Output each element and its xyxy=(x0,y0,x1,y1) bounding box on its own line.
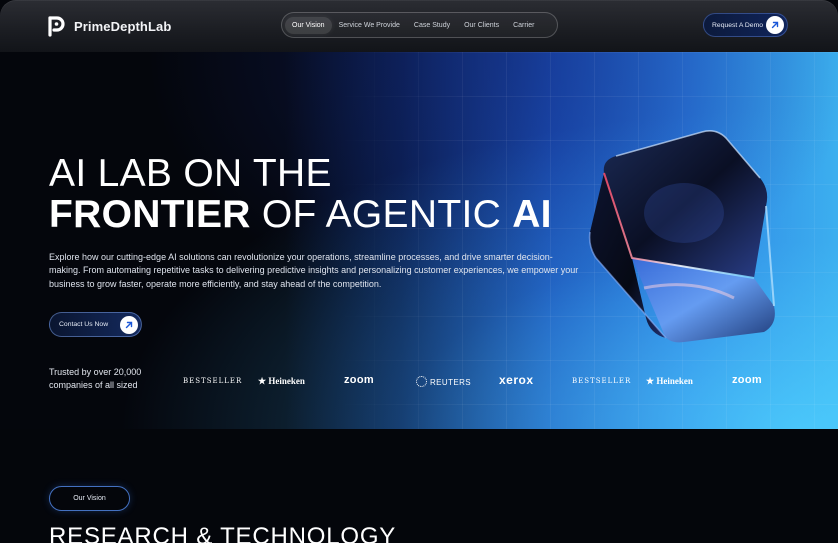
our-vision-pill[interactable]: Our Vision xyxy=(49,486,130,511)
top-navbar: PrimeDepthLab Our Vision Service We Prov… xyxy=(0,0,838,52)
reuters-dots-icon xyxy=(416,376,427,387)
brand-heineken-text-2: Heineken xyxy=(656,376,693,386)
page: PrimeDepthLab Our Vision Service We Prov… xyxy=(0,0,838,543)
arrow-up-right-icon xyxy=(120,315,138,334)
brand-name: PrimeDepthLab xyxy=(74,18,172,34)
glass-cube-image xyxy=(588,130,775,343)
contact-us-button[interactable]: Contact Us Now xyxy=(49,312,142,337)
brand-bestseller-logo-2: BESTSELLER xyxy=(572,377,632,385)
star-icon: ★ xyxy=(258,376,267,386)
brand-reuters-logo: REUTERS xyxy=(416,376,471,387)
hero-description: Explore how our cutting-edge AI solution… xyxy=(49,252,579,289)
hero-title-frontier: FRONTIER xyxy=(49,193,251,236)
brand-logo[interactable]: PrimeDepthLab xyxy=(46,14,171,38)
brand-bestseller-logo: BESTSELLER xyxy=(183,377,243,385)
main-menu: Our Vision Service We Provide Case Study… xyxy=(281,12,558,38)
nav-our-vision[interactable]: Our Vision xyxy=(285,16,332,34)
hero-title-line2: FRONTIER OF AGENTIC AI xyxy=(49,194,552,235)
hero-title-line1: AI LAB ON THE xyxy=(49,152,332,195)
nav-carrier[interactable]: Carrier xyxy=(506,17,541,34)
brand-zoom-logo-2: zoom xyxy=(732,374,762,386)
nav-case-study[interactable]: Case Study xyxy=(407,17,457,34)
brand-heineken-logo-2: ★ Heineken xyxy=(646,376,693,387)
hero-section: AI LAB ON THE FRONTIER OF AGENTIC AI Exp… xyxy=(0,52,838,429)
nav-service-we-provide[interactable]: Service We Provide xyxy=(332,17,407,34)
request-demo-label: Request A Demo xyxy=(712,21,764,29)
contact-us-label: Contact Us Now xyxy=(59,321,109,328)
brand-zoom-logo: zoom xyxy=(344,374,374,386)
star-icon: ★ xyxy=(646,376,655,386)
section-heading: RESEARCH & TECHNOLOGY xyxy=(49,523,397,543)
brand-heineken-logo: ★ Heineken xyxy=(258,376,305,387)
nav-our-clients[interactable]: Our Clients xyxy=(457,17,506,34)
brand-heineken-text: Heineken xyxy=(268,376,305,386)
logo-mark-icon xyxy=(48,16,65,37)
vision-section: Our Vision RESEARCH & TECHNOLOGY xyxy=(0,429,838,543)
brand-reuters-text: REUTERS xyxy=(430,378,472,387)
hero-title-ai: AI xyxy=(512,193,552,236)
arrow-up-right-icon xyxy=(766,16,784,34)
hero-title-mid: OF AGENTIC xyxy=(250,193,513,236)
trusted-by-text: Trusted by over 20,000 companies of all … xyxy=(49,367,142,390)
hero-title: AI LAB ON THE FRONTIER OF AGENTIC AI xyxy=(49,153,552,235)
brand-xerox-logo: xerox xyxy=(499,373,534,387)
request-demo-button[interactable]: Request A Demo xyxy=(703,13,788,37)
